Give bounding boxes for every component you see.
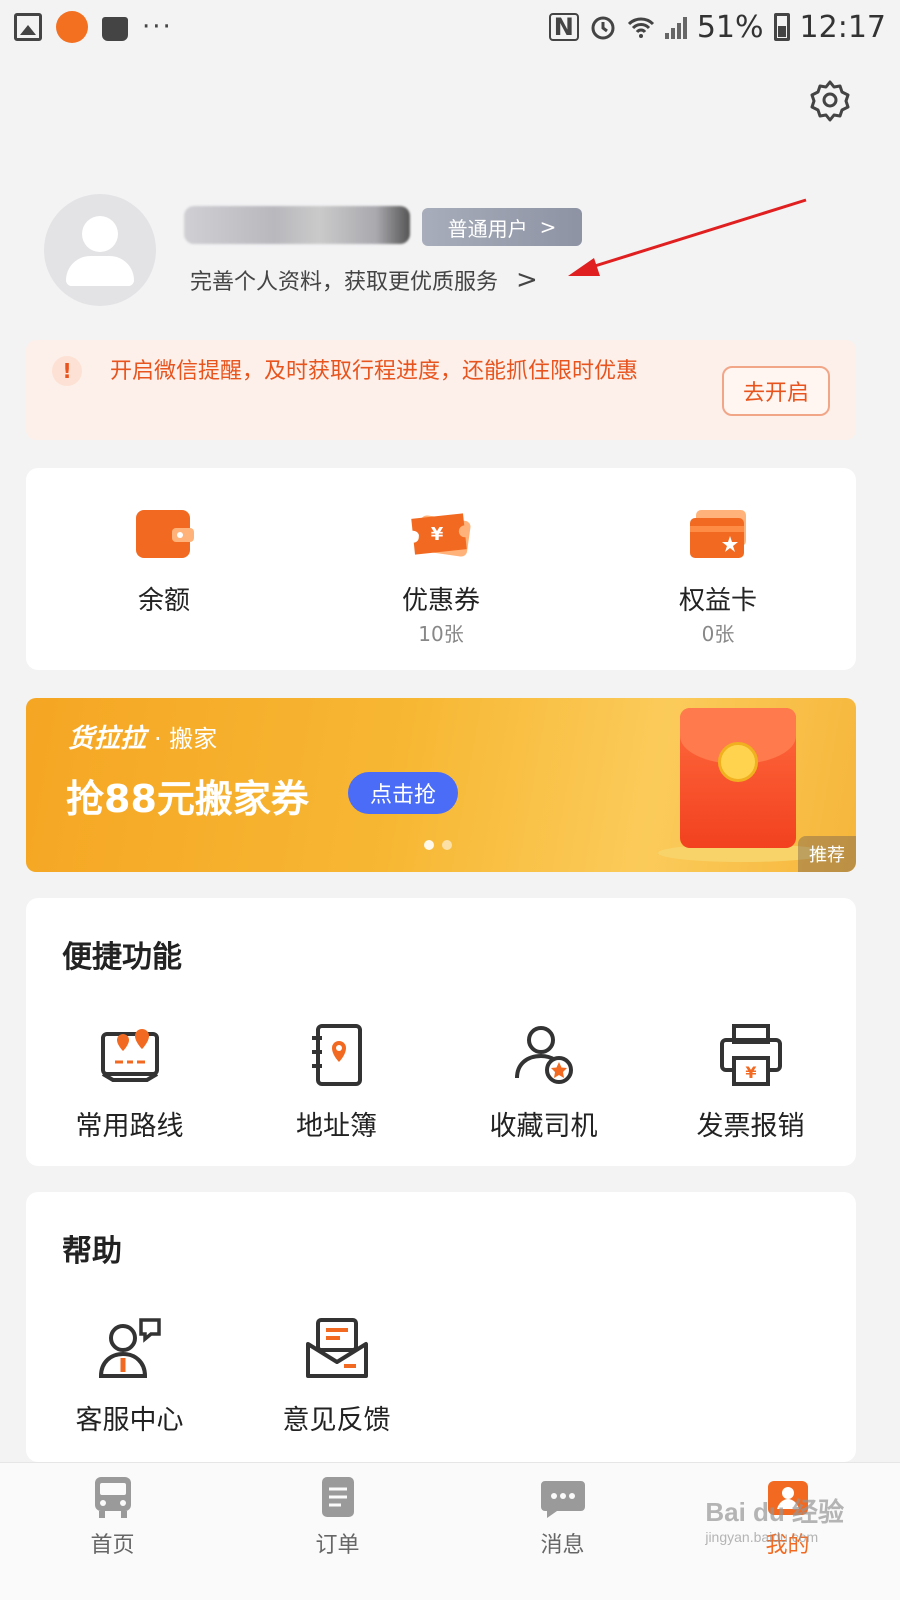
tab-messages[interactable]: 消息 bbox=[450, 1473, 675, 1559]
svg-text:¥: ¥ bbox=[431, 524, 444, 545]
annotation-arrow bbox=[568, 198, 807, 276]
complete-profile-link[interactable]: 完善个人资料，获取更优质服务 > bbox=[190, 264, 538, 296]
avatar[interactable] bbox=[44, 194, 156, 306]
tab-orders[interactable]: 订单 bbox=[225, 1473, 450, 1559]
benefit-card-count: 0张 bbox=[701, 622, 735, 646]
user-level-label: 普通用户 bbox=[447, 216, 528, 241]
shortcuts-section: 便捷功能 常用路线 地址簿 收藏司机 ¥ 发票报销 bbox=[26, 898, 856, 1166]
app-notification-icon bbox=[56, 11, 88, 43]
chevron-right-icon: > bbox=[539, 215, 557, 239]
battery-percent: 51% bbox=[696, 9, 764, 45]
help-section: 帮助 客服中心 意见反馈 bbox=[26, 1192, 856, 1462]
invoice-printer-icon: ¥ bbox=[719, 1024, 782, 1086]
clock: 12:17 bbox=[799, 9, 886, 45]
truck-icon bbox=[94, 1477, 131, 1518]
promo-banner[interactable]: 货拉拉 · 搬家 抢88元搬家券 点击抢 推荐 bbox=[26, 698, 856, 872]
benefit-card-item[interactable]: 权益卡 0张 bbox=[580, 468, 856, 670]
warning-icon: ! bbox=[52, 356, 82, 386]
shortcuts-title: 便捷功能 bbox=[62, 940, 182, 975]
shortcut-label: 常用路线 bbox=[75, 1111, 184, 1142]
alarm-icon bbox=[591, 16, 615, 40]
grab-coupon-button[interactable]: 点击抢 bbox=[348, 772, 458, 814]
notice-text: 开启微信提醒，及时获取行程进度，还能抓住限时优惠 bbox=[110, 359, 639, 384]
help-customer-service[interactable]: 客服中心 bbox=[26, 1316, 233, 1437]
shortcut-favorite-drivers[interactable]: 收藏司机 bbox=[440, 1022, 647, 1143]
brand-subtitle: · 搬家 bbox=[154, 725, 218, 753]
message-icon bbox=[540, 1481, 585, 1518]
help-label: 意见反馈 bbox=[282, 1405, 391, 1436]
help-label: 客服中心 bbox=[75, 1405, 184, 1436]
shortcut-address-book[interactable]: 地址簿 bbox=[233, 1022, 440, 1143]
shortcut-label: 发票报销 bbox=[696, 1111, 805, 1142]
nfc-icon: N bbox=[548, 13, 579, 41]
wallet-card: 余额 ¥ 优惠券 10张 权益卡 0张 bbox=[26, 468, 856, 670]
route-map-icon bbox=[100, 1029, 159, 1082]
customer-service-icon bbox=[98, 1318, 161, 1378]
chevron-right-icon: > bbox=[516, 265, 538, 295]
shortcut-label: 收藏司机 bbox=[489, 1111, 598, 1142]
tab-label: 订单 bbox=[315, 1533, 360, 1558]
banner-headline: 抢88元搬家券 bbox=[66, 777, 309, 821]
help-title: 帮助 bbox=[62, 1234, 122, 1269]
user-level-badge[interactable]: 普通用户 > bbox=[422, 208, 582, 246]
shortcut-label: 地址簿 bbox=[296, 1111, 377, 1142]
gallery-notification-icon bbox=[14, 13, 42, 41]
wechat-reminder-notice: ! 开启微信提醒，及时获取行程进度，还能抓住限时优惠 去开启 bbox=[26, 340, 856, 440]
user-name-blurred bbox=[184, 206, 410, 244]
banner-brand: 货拉拉 · 搬家 bbox=[68, 718, 217, 755]
shortcut-invoice[interactable]: ¥ 发票报销 bbox=[647, 1022, 854, 1143]
wallet-icon bbox=[136, 510, 194, 558]
recommend-tag: 推荐 bbox=[798, 836, 856, 872]
tab-label: 消息 bbox=[540, 1533, 585, 1558]
wifi-icon bbox=[627, 17, 654, 38]
watermark-text: Bai du 经验 bbox=[705, 1497, 844, 1527]
address-book-icon bbox=[311, 1024, 362, 1086]
shortcut-common-routes[interactable]: 常用路线 bbox=[26, 1022, 233, 1143]
avatar-head bbox=[82, 216, 118, 252]
signal-icon bbox=[664, 15, 687, 39]
coupon-ticket-icon: ¥ bbox=[411, 513, 471, 557]
settings-gear-icon[interactable] bbox=[808, 78, 852, 122]
battery-icon bbox=[773, 13, 790, 41]
benefit-card-icon bbox=[690, 510, 746, 558]
coin-illustration bbox=[718, 742, 758, 782]
coupon-item[interactable]: ¥ 优惠券 10张 bbox=[303, 468, 579, 670]
balance-item[interactable]: 余额 bbox=[26, 468, 302, 670]
tab-home[interactable]: 首页 bbox=[0, 1473, 225, 1559]
favorite-driver-icon bbox=[514, 1026, 573, 1084]
complete-profile-text: 完善个人资料，获取更优质服务 bbox=[190, 270, 499, 295]
coupon-count: 10张 bbox=[418, 622, 464, 646]
brand-logo-text: 货拉拉 bbox=[68, 724, 147, 754]
watermark-url: jingyan.baidu.com bbox=[705, 1529, 819, 1545]
carousel-dot[interactable] bbox=[442, 840, 452, 850]
shopping-bag-notification-icon bbox=[102, 17, 128, 41]
benefit-card-label: 权益卡 bbox=[678, 586, 757, 616]
carousel-dots[interactable] bbox=[424, 840, 452, 850]
order-list-icon bbox=[321, 1477, 354, 1517]
balance-label: 余额 bbox=[137, 586, 190, 616]
more-notifications-icon: ··· bbox=[142, 12, 173, 42]
avatar-body bbox=[66, 256, 134, 286]
svg-text:¥: ¥ bbox=[745, 1063, 756, 1082]
help-feedback[interactable]: 意见反馈 bbox=[233, 1316, 440, 1437]
feedback-icon bbox=[305, 1318, 368, 1378]
status-bar: ··· N 51% 12:17 bbox=[0, 0, 900, 54]
tab-label: 首页 bbox=[90, 1533, 135, 1558]
enable-reminder-button[interactable]: 去开启 bbox=[722, 366, 830, 416]
baidu-jingyan-watermark: Bai du 经验 jingyan.baidu.com bbox=[705, 1492, 844, 1545]
carousel-dot-active[interactable] bbox=[424, 840, 434, 850]
coupon-label: 优惠券 bbox=[401, 586, 480, 616]
